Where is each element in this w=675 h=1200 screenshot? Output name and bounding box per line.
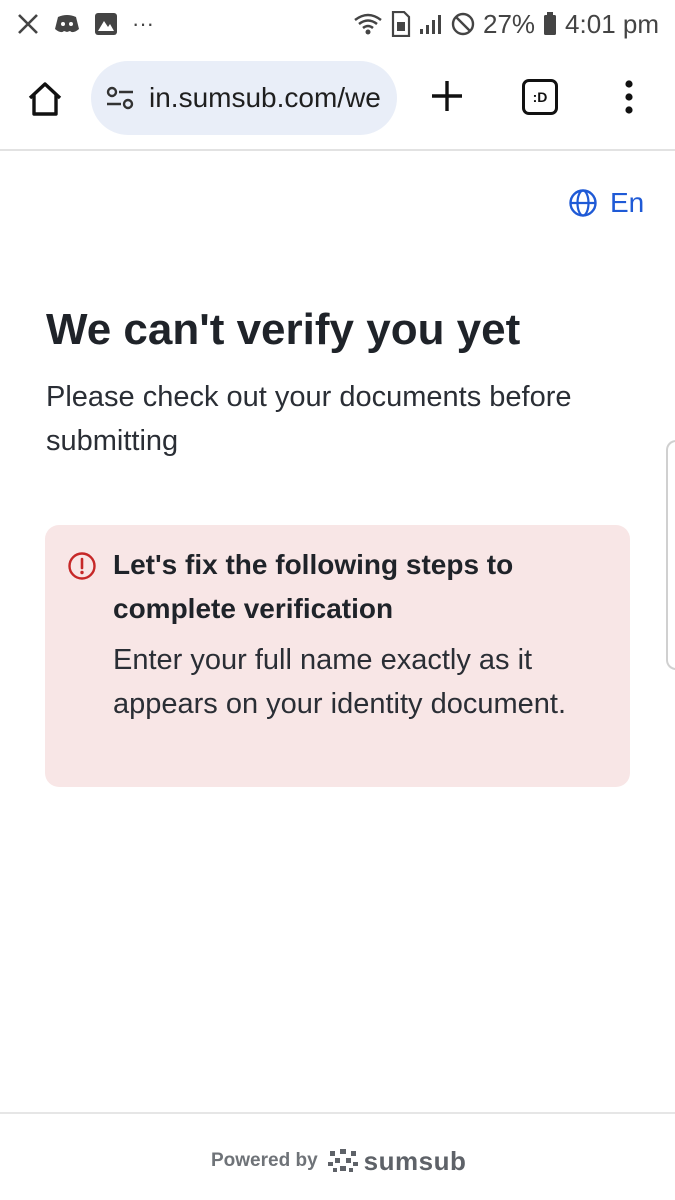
tab-switcher-button[interactable]: :D xyxy=(522,79,558,115)
language-switcher[interactable]: En xyxy=(568,184,644,222)
scroll-handle[interactable] xyxy=(666,440,675,670)
globe-icon xyxy=(569,189,597,217)
footer: Powered by sumsub xyxy=(0,1112,675,1200)
status-left: ··· xyxy=(16,11,154,37)
more-notifications: ··· xyxy=(132,11,154,36)
gallery-icon xyxy=(94,12,118,36)
signal-icon xyxy=(419,13,443,35)
home-button[interactable] xyxy=(22,76,68,122)
error-alert: Let's fix the following steps to complet… xyxy=(45,525,630,787)
page-subtitle: Please check out your documents before s… xyxy=(46,381,572,457)
x-app-icon xyxy=(16,12,40,36)
battery-percent: 27% xyxy=(483,8,536,39)
alert-body: Enter your full name exactly as it appea… xyxy=(113,644,566,720)
sim-card-icon xyxy=(391,11,411,37)
discord-icon xyxy=(54,13,80,35)
tab-switcher-label: :D xyxy=(532,89,548,105)
site-settings-icon[interactable] xyxy=(105,85,135,111)
status-right: 27% 4:01 pm xyxy=(353,9,659,40)
powered-by-label: Powered by xyxy=(211,1150,318,1171)
status-bar: ··· 27% 4:01 pm xyxy=(0,0,675,48)
error-icon xyxy=(68,552,96,580)
url-text[interactable]: in.sumsub.com/websdk/p/verify xyxy=(149,82,381,114)
sumsub-logo-icon xyxy=(327,1149,358,1172)
more-vert-icon xyxy=(625,80,633,114)
home-icon xyxy=(28,82,62,116)
address-bar[interactable]: in.sumsub.com/websdk/p/verify xyxy=(91,61,397,135)
language-label[interactable]: En xyxy=(610,187,644,219)
clock: 4:01 pm xyxy=(565,8,659,39)
do-not-disturb-icon xyxy=(451,12,475,36)
wifi-icon xyxy=(353,12,383,36)
plus-icon xyxy=(432,81,462,111)
alert-heading: Let's fix the following steps to complet… xyxy=(113,549,514,624)
new-tab-button[interactable] xyxy=(426,75,468,117)
page-title: We can't verify you yet xyxy=(46,305,521,354)
battery-icon xyxy=(543,12,557,36)
browser-toolbar: in.sumsub.com/websdk/p/verify :D xyxy=(0,55,675,151)
powered-by: Powered by sumsub xyxy=(211,1144,466,1178)
brand[interactable]: sumsub xyxy=(327,1145,467,1177)
brand-name: sumsub xyxy=(363,1145,467,1176)
browser-menu-button[interactable] xyxy=(614,77,644,117)
